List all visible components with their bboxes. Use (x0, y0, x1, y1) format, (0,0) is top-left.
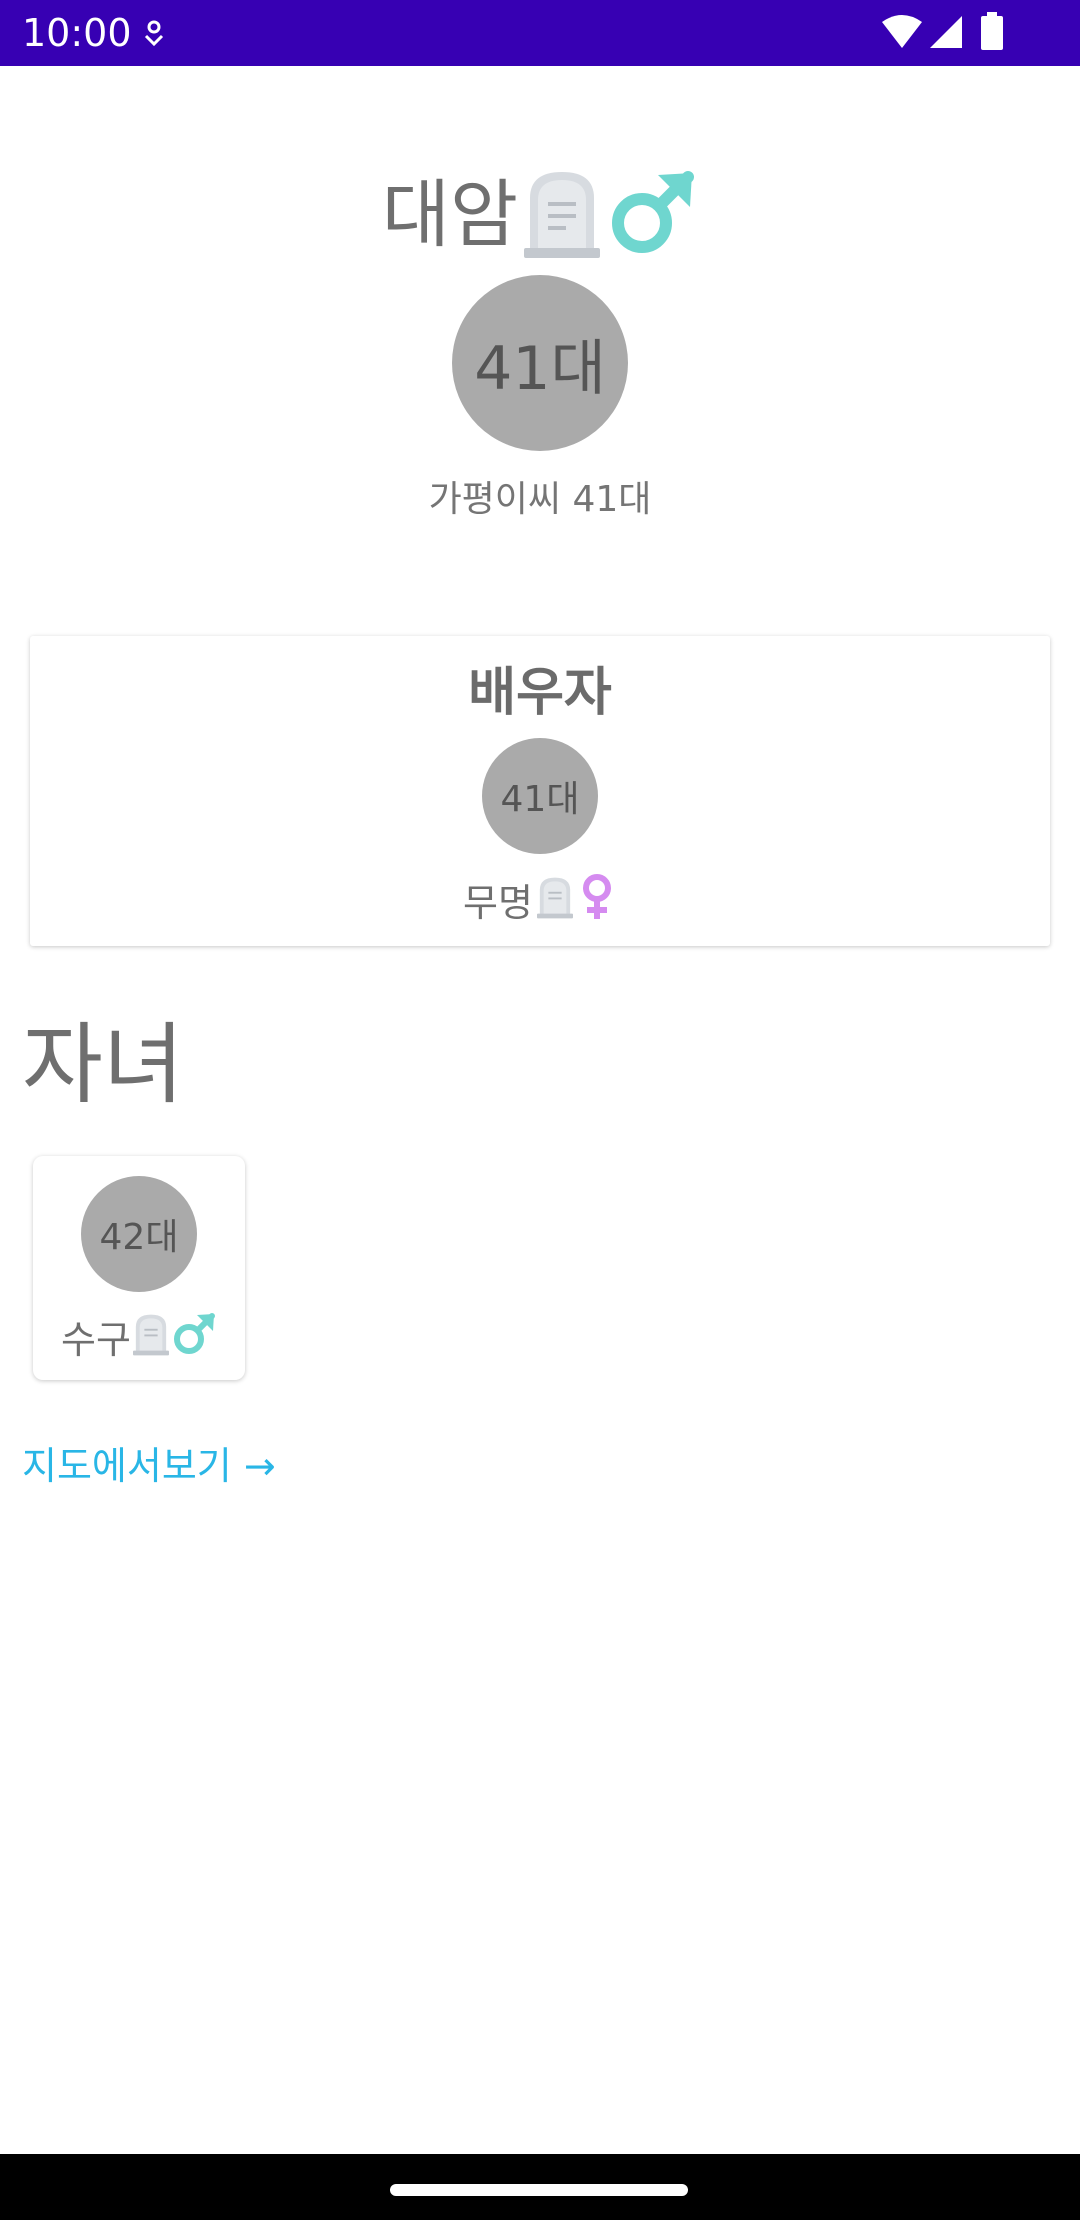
wifi-icon (880, 14, 924, 54)
person-subtitle: 가평이씨 41대 (428, 479, 652, 520)
spouse-title: 배우자 (468, 663, 612, 723)
spouse-generation-label: 41대 (500, 779, 580, 820)
view-on-map-link[interactable]: 지도에서보기 → (22, 1438, 276, 1494)
children-heading: 자녀 (22, 1013, 184, 1116)
child-generation-label: 42대 (99, 1217, 179, 1258)
generation-label: 41대 (474, 333, 606, 404)
child-name: 수구 (61, 1317, 131, 1362)
screen: 10:00 대암 41대 가평이씨 41대 배우자 41대 무명 자녀 42대 … (0, 0, 1080, 2220)
notification-icon (140, 18, 168, 54)
battery-icon (980, 12, 1004, 56)
signal-icon (928, 14, 964, 54)
person-title-row: 대암 (0, 160, 1080, 270)
person-header: 대암 (0, 160, 1080, 270)
male-icon (171, 1311, 217, 1361)
headstone-icon (132, 1312, 169, 1360)
spouse-generation-badge: 41대 (482, 738, 598, 854)
male-icon (606, 167, 698, 263)
child-card[interactable]: 42대 수구 (33, 1156, 245, 1380)
spouse-name: 무명 (463, 880, 533, 925)
child-generation-badge: 42대 (81, 1176, 197, 1292)
generation-badge: 41대 (452, 275, 628, 451)
child-name-row: 수구 (33, 1308, 245, 1364)
home-indicator[interactable] (390, 2184, 688, 2196)
spouse-name-row: 무명 (30, 866, 1050, 932)
navigation-bar (0, 2154, 1080, 2220)
female-icon (577, 873, 617, 925)
headstone-icon (524, 168, 601, 262)
spouse-card[interactable]: 배우자 41대 무명 (30, 636, 1050, 946)
status-time: 10:00 (22, 11, 132, 55)
person-name: 대암 (381, 172, 519, 258)
headstone-icon (536, 875, 573, 923)
status-bar: 10:00 (0, 0, 1080, 66)
